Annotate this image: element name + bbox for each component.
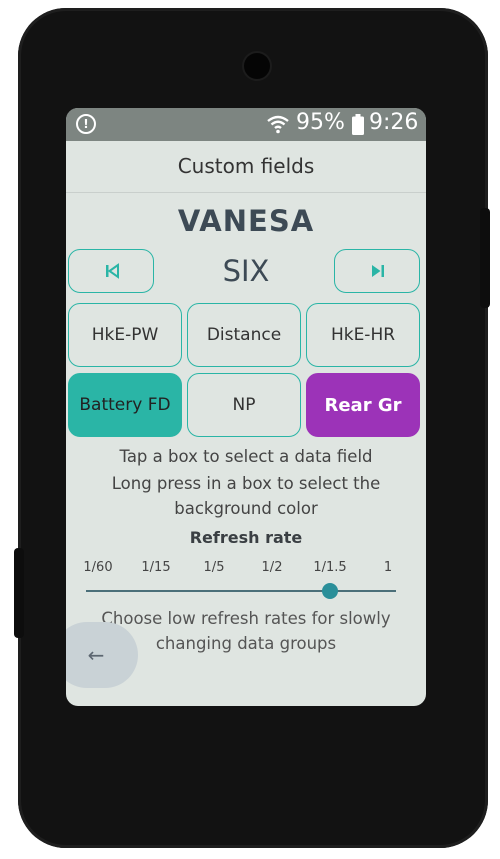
status-bar: ! 95% 9:26 bbox=[66, 108, 426, 141]
tap-hint: Tap a box to select a data field bbox=[119, 447, 373, 466]
refresh-rate-option[interactable]: 1/15 bbox=[141, 560, 170, 575]
page-title: Custom fields bbox=[177, 154, 315, 178]
profile-name: VANESA bbox=[177, 204, 315, 238]
previous-page-button[interactable] bbox=[68, 249, 154, 293]
camera-lens bbox=[244, 53, 270, 79]
refresh-rate-option[interactable]: 1/1.5 bbox=[313, 560, 346, 575]
refresh-rate-option[interactable]: 1/60 bbox=[83, 560, 112, 575]
battery-percent: 95% bbox=[296, 110, 345, 135]
refresh-rate-option[interactable]: 1 bbox=[384, 560, 392, 575]
screen: ! 95% 9:26 Custom fields VANESA SIX HkE-… bbox=[66, 108, 426, 706]
refresh-rate-option[interactable]: 1/5 bbox=[204, 560, 225, 575]
back-button[interactable]: ← bbox=[66, 622, 138, 688]
skip-next-icon bbox=[372, 265, 384, 277]
refresh-rate-title: Refresh rate bbox=[189, 528, 303, 547]
data-field-6[interactable]: Rear Gr bbox=[306, 373, 420, 437]
clock: 9:26 bbox=[369, 110, 419, 135]
data-field-2[interactable]: Distance bbox=[187, 303, 301, 367]
refresh-rate-option[interactable]: 1/2 bbox=[262, 560, 283, 575]
data-field-4[interactable]: Battery FD bbox=[68, 373, 182, 437]
alert-circle-icon: ! bbox=[76, 114, 96, 134]
refresh-rate-slider-track[interactable] bbox=[86, 590, 396, 592]
data-field-5[interactable]: NP bbox=[187, 373, 301, 437]
header-divider bbox=[66, 192, 426, 193]
side-button-left[interactable] bbox=[14, 548, 24, 638]
battery-icon bbox=[352, 114, 364, 135]
arrow-left-icon: ← bbox=[87, 643, 105, 667]
wifi-icon bbox=[267, 115, 289, 134]
data-field-3[interactable]: HkE-HR bbox=[306, 303, 420, 367]
data-field-1[interactable]: HkE-PW bbox=[68, 303, 182, 367]
refresh-rate-slider-thumb[interactable] bbox=[322, 583, 338, 599]
long-press-hint: Long press in a box to select the backgr… bbox=[111, 474, 381, 518]
next-page-button[interactable] bbox=[334, 249, 420, 293]
skip-previous-icon bbox=[106, 263, 119, 279]
side-button-right[interactable] bbox=[480, 208, 490, 308]
